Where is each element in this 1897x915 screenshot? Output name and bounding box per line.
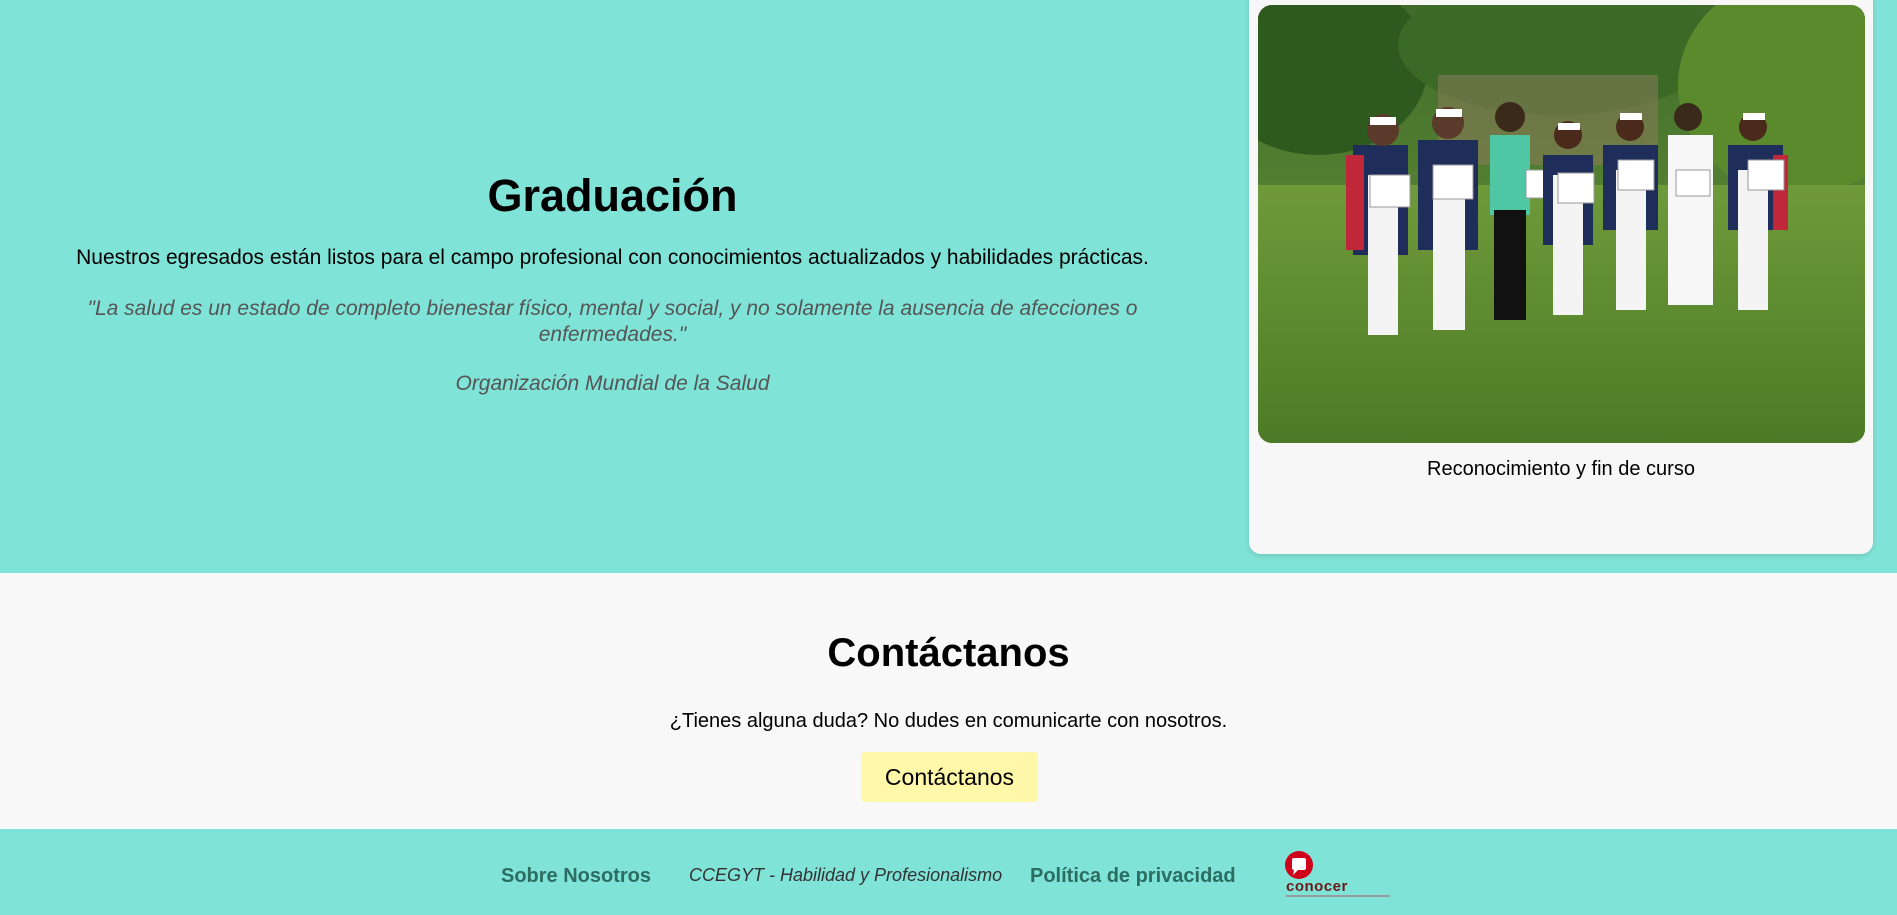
logo-text: conocer <box>1286 878 1348 895</box>
footer-privacy-link[interactable]: Política de privacidad <box>1030 865 1236 888</box>
graduation-section: Graduación Nuestros egresados están list… <box>0 0 1897 573</box>
graduation-photo <box>1258 5 1865 443</box>
footer-about-link[interactable]: Sobre Nosotros <box>501 865 651 888</box>
quote-author: Organización Mundial de la Salud <box>455 372 770 395</box>
conocer-logo[interactable]: conocer <box>1284 851 1390 901</box>
photo-caption: Reconocimiento y fin de curso <box>1427 458 1695 480</box>
graduation-quote: "La salud es un estado de completo biene… <box>87 297 1138 346</box>
contact-section: Contáctanos ¿Tienes alguna duda? No dude… <box>0 573 1897 829</box>
footer-tagline: CCEGYT - Habilidad y Profesionalismo <box>689 865 1003 885</box>
graduation-text-block: Graduación Nuestros egresados están list… <box>0 0 1225 573</box>
logo-subtitle-line <box>1286 895 1390 897</box>
graduation-title: Graduación <box>487 170 738 221</box>
graduation-card: Reconocimiento y fin de curso <box>1249 0 1873 554</box>
footer: Sobre Nosotros CCEGYT - Habilidad y Prof… <box>0 829 1897 915</box>
contact-button[interactable]: Contáctanos <box>861 752 1038 802</box>
contact-title: Contáctanos <box>827 631 1070 675</box>
contact-text: ¿Tienes alguna duda? No dudes en comunic… <box>669 710 1228 732</box>
graduation-description: Nuestros egresados están listos para el … <box>76 246 1149 269</box>
conocer-logo-icon <box>1285 851 1313 879</box>
